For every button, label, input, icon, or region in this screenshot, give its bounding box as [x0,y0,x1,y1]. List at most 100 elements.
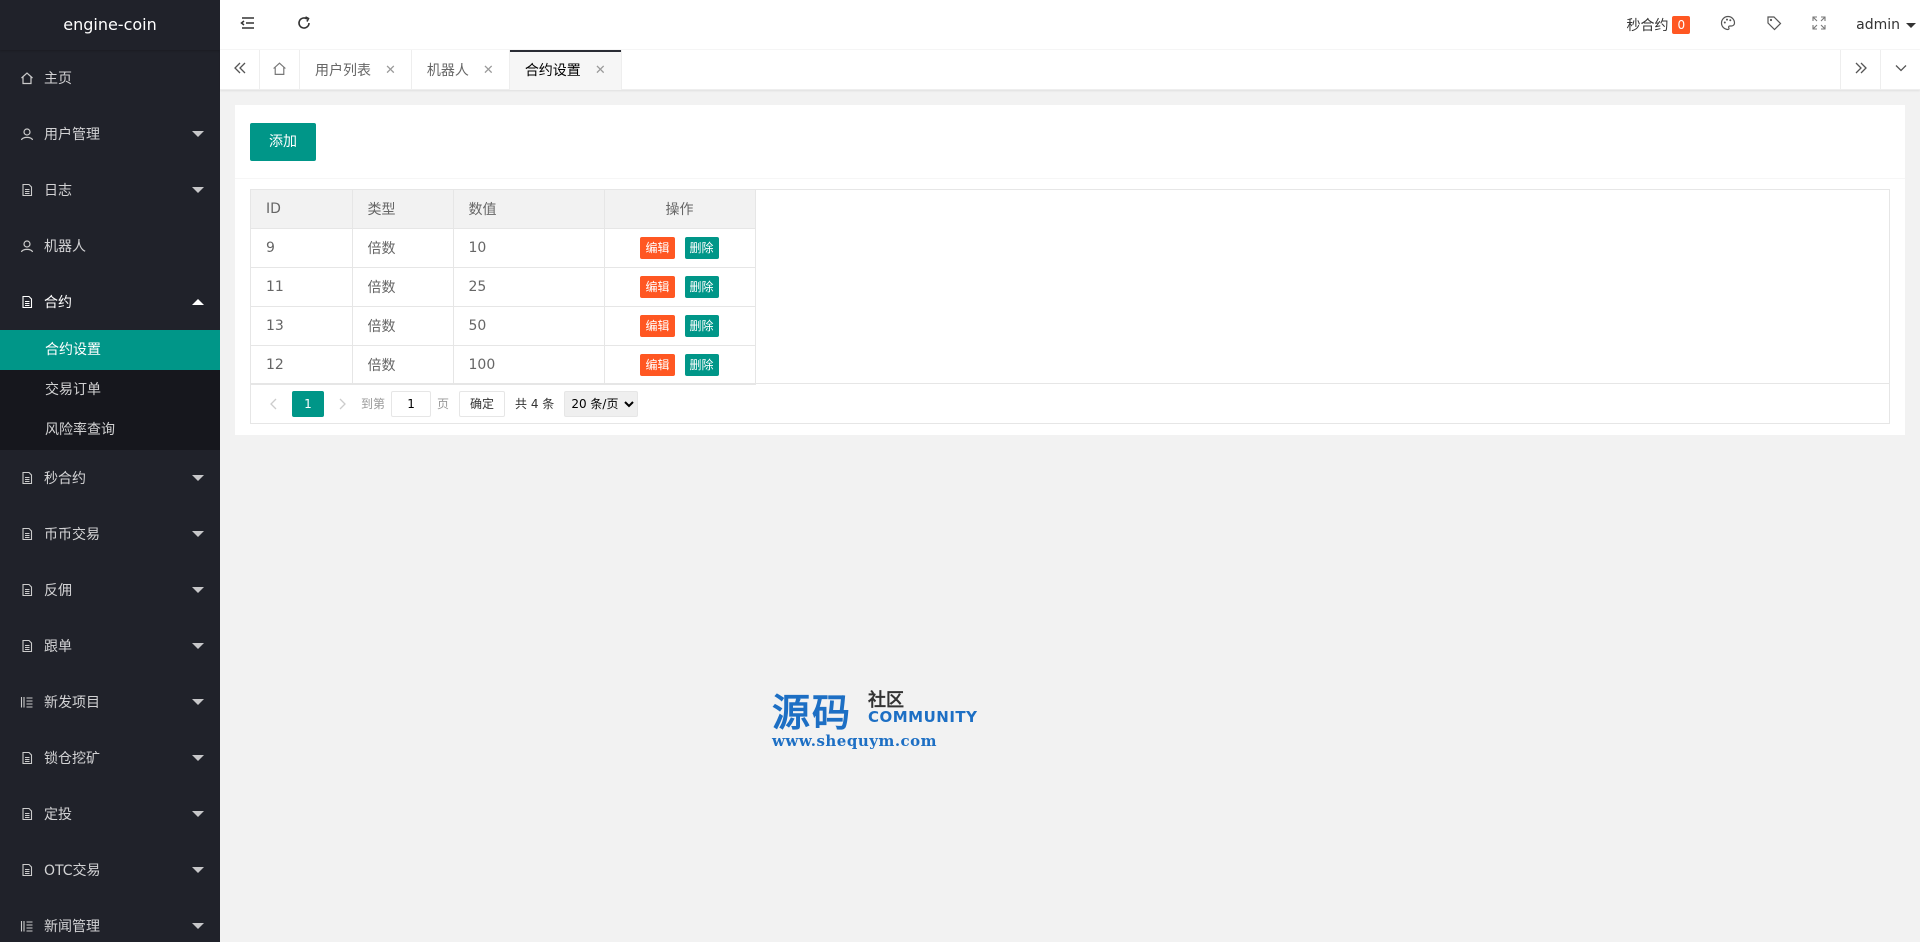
cell-id: 12 [251,345,353,385]
tab-list: 用户列表 ✕ 机器人 ✕ 合约设置 ✕ [260,50,622,90]
edit-button[interactable]: 编辑 [640,353,675,376]
close-icon[interactable]: ✕ [385,63,396,78]
collapse-sidebar-button[interactable] [220,0,276,50]
caret-down-icon [192,923,204,929]
sidebar-item-home[interactable]: 主页 [0,50,220,106]
sidebar-item-label: 新发项目 [44,695,100,711]
cell-id: 11 [251,267,353,307]
page-number-current[interactable]: 1 [292,390,324,417]
caret-down-icon [192,755,204,761]
fullscreen-button[interactable] [1797,0,1841,50]
sidebar-item-lock-mining[interactable]: 锁仓挖矿 [0,730,220,786]
seconds-contract-notice[interactable]: 秒合约 0 [1611,0,1705,50]
edit-button[interactable]: 编辑 [640,236,675,259]
tab-robot[interactable]: 机器人 ✕ [412,50,510,90]
page-size-select[interactable]: 20 条/页 [564,390,639,417]
theme-button[interactable] [1705,0,1751,50]
tab-home[interactable] [260,50,300,90]
delete-button[interactable]: 删除 [684,275,719,298]
refresh-icon [296,15,312,35]
edit-button[interactable]: 编辑 [640,275,675,298]
toolbar: 添加 [235,105,1905,179]
sidebar-item-label: 反佣 [44,583,72,599]
sidebar-item-news-management[interactable]: 新闻管理 [0,898,220,942]
sidebar-item-logs[interactable]: 日志 [0,162,220,218]
column-header-value[interactable]: 数值 [453,190,605,229]
refresh-button[interactable] [276,0,332,50]
caret-down-icon [192,867,204,873]
table-row: 12 倍数 100 编辑 删除 [251,345,756,385]
pagination: 1 到第 页 确定 共 4 条 20 条/页 [251,383,1889,423]
admin-user-menu[interactable]: admin [1841,0,1920,50]
sidebar-item-user-management[interactable]: 用户管理 [0,106,220,162]
tag-button[interactable] [1751,0,1797,50]
sidebar-subitem-trade-orders[interactable]: 交易订单 [0,370,220,410]
delete-button[interactable]: 删除 [684,353,719,376]
sidebar-subitem-contract-settings[interactable]: 合约设置 [0,330,220,370]
sidebar-item-label: 新闻管理 [44,919,100,935]
file-icon [20,183,34,197]
goto-page-input[interactable] [391,390,432,417]
sidebar-item-spot-trading[interactable]: 币币交易 [0,506,220,562]
tab-user-list[interactable]: 用户列表 ✕ [300,50,412,90]
page-unit-label: 页 [437,397,450,411]
edit-button[interactable]: 编辑 [640,314,675,337]
sidebar-item-rebate[interactable]: 反佣 [0,562,220,618]
table-row: 9 倍数 10 编辑 删除 [251,228,756,268]
list-icon [20,919,34,933]
delete-button[interactable]: 删除 [684,236,719,259]
tabs-scroll-left-button[interactable] [220,50,260,90]
sidebar-item-robot[interactable]: 机器人 [0,218,220,274]
sidebar-item-label: 锁仓挖矿 [44,751,100,767]
sidebar-item-label: 主页 [44,71,72,87]
tabs-menu-button[interactable] [1880,50,1920,90]
close-icon[interactable]: ✕ [483,63,494,78]
delete-button[interactable]: 删除 [684,314,719,337]
next-page-button[interactable] [329,391,355,417]
column-header-type[interactable]: 类型 [352,190,454,229]
sidebar: engine-coin 主页 用户管理 日志 机器人 合约 合约设置 交易订单 … [0,0,220,942]
caret-down-icon [192,475,204,481]
close-icon[interactable]: ✕ [595,63,606,78]
list-icon [20,695,34,709]
app-logo[interactable]: engine-coin [0,0,220,50]
sidebar-item-seconds-contract[interactable]: 秒合约 [0,450,220,506]
column-header-id[interactable]: ID [251,190,353,229]
fullscreen-icon [1812,16,1826,34]
page-tabs: 用户列表 ✕ 机器人 ✕ 合约设置 ✕ [220,50,1920,90]
admin-username: admin [1856,17,1900,33]
tabs-scroll-right-button[interactable] [1840,50,1880,90]
sidebar-item-fixed-investment[interactable]: 定投 [0,786,220,842]
sidebar-item-label: 定投 [44,807,72,823]
watermark: 源码 社区 COMMUNITY www.shequym.com [772,682,977,754]
header-right: 秒合约 0 admin [1611,0,1920,50]
goto-confirm-button[interactable]: 确定 [459,390,506,417]
caret-down-icon [192,531,204,537]
goto-label: 到第 [361,397,386,411]
file-icon [20,471,34,485]
caret-down-icon [192,643,204,649]
tab-contract-settings[interactable]: 合约设置 ✕ [509,50,622,90]
sidebar-item-new-projects[interactable]: 新发项目 [0,674,220,730]
prev-page-button[interactable] [261,391,287,417]
sidebar-item-copy-trading[interactable]: 跟单 [0,618,220,674]
caret-down-icon [192,699,204,705]
sidebar-item-contract[interactable]: 合约 [0,274,220,330]
caret-down-icon [192,131,204,137]
cell-actions: 编辑 删除 [604,306,756,346]
add-button[interactable]: 添加 [250,123,316,161]
file-icon [20,751,34,765]
data-table: ID 类型 数值 操作 9 倍数 10 编辑 删除 11 倍数 25 编辑 删除… [251,190,756,385]
sidebar-item-label: OTC交易 [44,863,101,879]
chevron-down-icon [1894,61,1908,79]
top-header: 秒合约 0 admin [220,0,1920,50]
cell-type: 倍数 [352,228,454,268]
home-icon [20,71,34,85]
sidebar-item-otc-trading[interactable]: OTC交易 [0,842,220,898]
cell-value: 10 [453,228,605,268]
sidebar-item-label: 机器人 [44,239,86,255]
sidebar-subitem-risk-rate[interactable]: 风险率查询 [0,410,220,450]
sidebar-item-label: 跟单 [44,639,72,655]
caret-down-icon [192,587,204,593]
file-icon [20,583,34,597]
